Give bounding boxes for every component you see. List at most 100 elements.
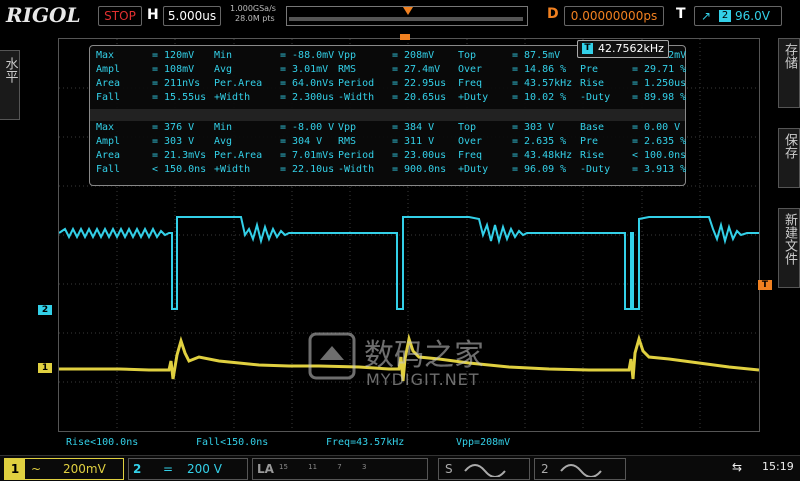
measurement-label: +Width [214, 164, 251, 175]
ch1-settings[interactable]: 1 ~ 200mV [4, 458, 124, 480]
measurement-separator [90, 109, 685, 121]
measurement-value: = 311 V [392, 136, 435, 147]
measurement-value: = 208mV [392, 50, 435, 61]
measurement-label: Area [96, 78, 121, 89]
horizontal-delay[interactable]: 0.00000000ps [564, 6, 664, 26]
measurement-label: Top [458, 50, 477, 61]
usb-icon: ⇆ [732, 460, 743, 474]
la-digits: 15 11 7 3 [279, 463, 367, 471]
delay-label: D [547, 6, 559, 22]
measurement-value: = 2.300us [280, 92, 335, 103]
watermark-logo-icon [308, 332, 356, 380]
measurement-label: Over [458, 64, 483, 75]
horizontal-label: H [147, 7, 159, 23]
watermark-cn: 数码之家 [364, 338, 484, 373]
measurement-value: = 3.913 % [632, 164, 687, 175]
ch1-coupling-icon: ~ [31, 462, 42, 476]
measurement-label: Vpp [338, 122, 357, 133]
measurement-value: = 108mV [152, 64, 195, 75]
measurement-label: +Width [214, 92, 251, 103]
ch1-ground-marker[interactable]: 1 [38, 363, 52, 373]
measurement-label: -Duty [580, 164, 611, 175]
measurement-label: Vpp [338, 50, 357, 61]
horizontal-menu-label: 水平 [2, 57, 18, 83]
frequency-counter[interactable]: T 42.7562kHz [577, 40, 669, 58]
right-sidebar: 存储 保存 新建文件 [778, 30, 800, 290]
measurement-value: = 87.5mV [512, 50, 561, 61]
sine-wave-icon [464, 464, 506, 477]
save-menu-tab[interactable]: 存储 [778, 38, 800, 108]
measurement-value: = 89.98 % [632, 92, 687, 103]
measurement-label: Top [458, 122, 477, 133]
ch1-scale: 200mV [63, 462, 106, 476]
memory-position-bar[interactable] [286, 6, 528, 26]
measurement-value: = 23.00us [392, 150, 447, 161]
measurement-value: = 384 V [392, 122, 435, 133]
new-file-label: 新建文件 [782, 213, 797, 265]
measurement-label: Over [458, 136, 483, 147]
left-sidebar: 水平 [0, 30, 22, 230]
measurement-value: = 120mV [152, 50, 195, 61]
measurement-value: = 3.01mV [280, 64, 329, 75]
measurement-value: = -8.00 V [280, 122, 335, 133]
ch2-ground-marker[interactable]: 2 [38, 305, 52, 315]
measurement-value: = 304 V [280, 136, 323, 147]
measurement-label: Rise [580, 150, 605, 161]
watermark-en: MYDIGIT.NET [366, 370, 480, 389]
measurement-value: = 27.4mV [392, 64, 441, 75]
new-file-tab[interactable]: 新建文件 [778, 208, 800, 288]
rising-edge-icon: ↗ [701, 9, 712, 23]
trigger-position-icon [403, 7, 413, 15]
memory-depth: 28.0M pts [235, 14, 275, 23]
measurement-value: = 900.0ns [392, 164, 447, 175]
measurement-value: = 0.00 V [632, 122, 681, 133]
serial-decode-1[interactable]: S [438, 458, 530, 480]
measurement-label: Fall [96, 164, 121, 175]
measurement-label: Min [214, 122, 233, 133]
measurement-label: Per.Area [214, 150, 263, 161]
sine-wave-icon [560, 464, 602, 477]
save-tab[interactable]: 保存 [778, 128, 800, 188]
ch2-settings[interactable]: 2 = 200 V [128, 458, 248, 480]
trigger-position-marker[interactable] [400, 34, 410, 40]
measurement-value: = 2.635 % [512, 136, 567, 147]
freq-readout: Freq=43.57kHz [326, 437, 405, 448]
trigger-level-marker[interactable]: T [758, 280, 772, 290]
measurement-label: Area [96, 150, 121, 161]
measurement-value: = 43.57kHz [512, 78, 573, 89]
measurement-label: Avg [214, 136, 233, 147]
measurement-panel: Max = 120mV Min = -88.0mV Vpp = 208mV Top = 87.… [89, 45, 686, 186]
measurement-value: = 43.48kHz [512, 150, 573, 161]
measurement-label: Freq [458, 78, 483, 89]
ch1-number: 1 [5, 459, 25, 479]
brand-logo: RIGOL [6, 3, 81, 27]
measurement-label: Ampl [96, 64, 121, 75]
measurement-value: = -88.0mV [280, 50, 335, 61]
measurement-label: Ampl [96, 136, 121, 147]
channel-bar: 1 ~ 200mV 2 = 200 V LA 15 11 7 3 S 2 ⇆ 1… [0, 455, 800, 481]
save-label: 保存 [782, 133, 797, 159]
measurement-value: = 211nVs [152, 78, 201, 89]
measurement-value: = 303 V [152, 136, 195, 147]
measurement-label: Period [338, 78, 375, 89]
measurement-value: = 20.65us [392, 92, 447, 103]
measurement-value: = 1.250us [632, 78, 687, 89]
measurement-label: Avg [214, 64, 233, 75]
measurement-value: = 96.09 % [512, 164, 567, 175]
trigger-level: 96.0V [735, 9, 770, 23]
serial-decode-2[interactable]: 2 [534, 458, 626, 480]
s1-label: S [445, 462, 453, 476]
top-bar: RIGOL STOP H 5.000us 1.000GSa/s 28.0M pt… [0, 0, 800, 30]
memory-window [289, 17, 523, 21]
la-label: LA [257, 462, 274, 476]
measurement-label: Rise [580, 78, 605, 89]
logic-analyzer-settings[interactable]: LA 15 11 7 3 [252, 458, 428, 480]
timebase-value[interactable]: 5.000us [163, 6, 221, 26]
measurement-label: Pre [580, 136, 599, 147]
measurement-label: -Duty [580, 92, 611, 103]
trigger-setting[interactable]: ↗ 2 96.0V [694, 6, 782, 26]
ch2-trace [59, 216, 759, 310]
measurement-value: = 64.0nVs [280, 78, 335, 89]
horizontal-menu-tab[interactable]: 水平 [0, 50, 20, 120]
run-stop-button[interactable]: STOP [98, 6, 142, 26]
